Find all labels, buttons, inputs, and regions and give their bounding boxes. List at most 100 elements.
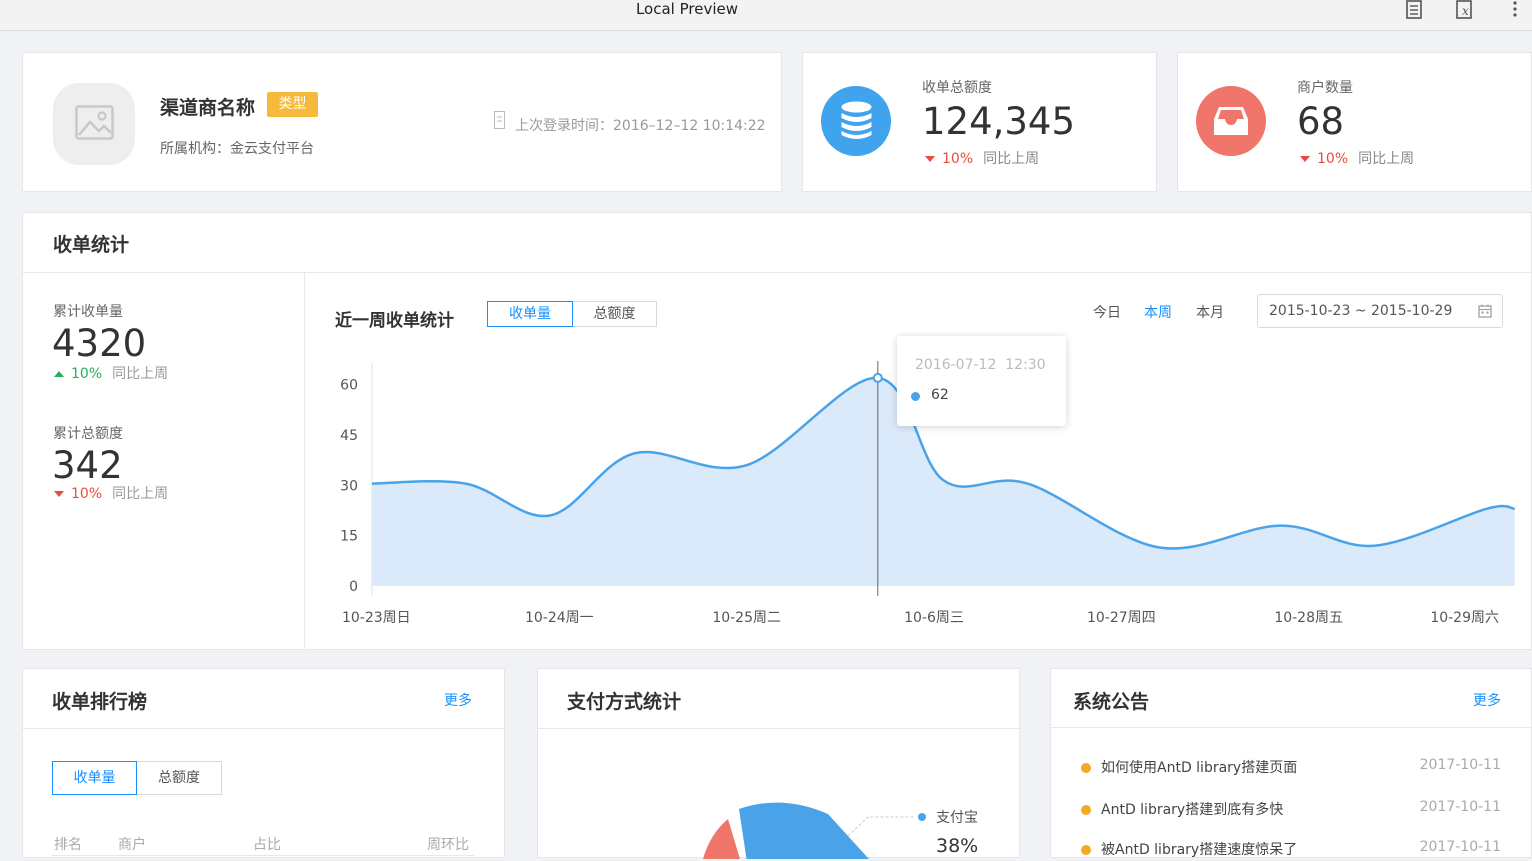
svg-text:x: x bbox=[1462, 4, 1469, 18]
metric-value: 342 bbox=[52, 444, 123, 487]
organization-text: 所属机构：金云支付平台 bbox=[160, 141, 314, 157]
payment-card: 支付方式统计 支付宝 38% bbox=[537, 668, 1020, 859]
notice-date: 2017-10-11 bbox=[1419, 839, 1501, 855]
stat-value: 68 bbox=[1297, 100, 1345, 143]
pie-leader-line bbox=[847, 816, 914, 837]
last-login-text: 上次登录时间：2016–12–12 10:14:22 bbox=[515, 118, 766, 134]
avatar[interactable] bbox=[53, 83, 135, 165]
ranking-more-link[interactable]: 更多 bbox=[444, 690, 472, 710]
notice-item[interactable]: 如何使用AntD library搭建页面 2017-10-11 bbox=[1081, 757, 1501, 779]
notice-text[interactable]: AntD library搭建到底有多快 bbox=[1101, 799, 1283, 819]
column-merchant: 商户 bbox=[118, 837, 146, 853]
ranking-tabs: 收单量 总额度 bbox=[52, 761, 222, 795]
collection-stats-panel: 收单统计 累计收单量 4320 10% 同比上周 累计总额度 342 10% 同比上… bbox=[22, 212, 1532, 650]
collection-section-title: 收单统计 bbox=[53, 234, 130, 256]
y-tick-label: 45 bbox=[340, 428, 358, 444]
more-vertical-icon[interactable] bbox=[1508, 0, 1522, 20]
divider bbox=[52, 855, 474, 856]
notice-bullet bbox=[1081, 763, 1091, 773]
metric-change: 10% 同比上周 bbox=[54, 363, 168, 383]
notice-bullet bbox=[1081, 845, 1091, 855]
stat-card-merchant-count: 商户数量 68 10% 同比上周 bbox=[1177, 52, 1532, 192]
legend-alipay-pct: 38% bbox=[936, 835, 979, 857]
metric-label: 累计收单量 bbox=[53, 304, 123, 320]
pie-slice-other[interactable] bbox=[703, 819, 740, 859]
down-arrow-icon bbox=[54, 490, 64, 497]
stat-change: 10% 同比上周 bbox=[1300, 148, 1414, 168]
change-percent: 10% bbox=[71, 486, 103, 502]
up-arrow-icon bbox=[54, 370, 64, 377]
notice-date: 2017-10-11 bbox=[1419, 757, 1501, 773]
hover-point[interactable] bbox=[872, 372, 883, 383]
stat-label: 商户数量 bbox=[1297, 80, 1353, 96]
change-compare: 同比上周 bbox=[112, 366, 169, 382]
tab-amount[interactable]: 总额度 bbox=[137, 761, 222, 795]
type-badge: 类型 bbox=[267, 92, 318, 117]
x-tick-label: 10-29周六 bbox=[1430, 610, 1499, 626]
y-tick-label: 60 bbox=[340, 378, 358, 394]
notices-card: 系统公告 更多 如何使用AntD library搭建页面 2017-10-11 … bbox=[1050, 668, 1532, 858]
window-titlebar: Local Preview x bbox=[0, 0, 1532, 31]
notice-item[interactable]: 被AntD library搭建速度惊呆了 2017-10-11 bbox=[1081, 839, 1501, 861]
notice-text[interactable]: 如何使用AntD library搭建页面 bbox=[1101, 757, 1297, 777]
change-percent: 10% bbox=[1317, 151, 1349, 167]
change-compare: 同比上周 bbox=[1358, 151, 1415, 167]
notices-title: 系统公告 bbox=[1073, 691, 1150, 713]
x-tick-label: 10-25周二 bbox=[712, 610, 781, 626]
divider bbox=[23, 728, 504, 729]
y-tick-label: 0 bbox=[349, 579, 358, 595]
notice-text[interactable]: 被AntD library搭建速度惊呆了 bbox=[1101, 839, 1297, 859]
y-tick-label: 15 bbox=[340, 529, 358, 545]
tooltip-time: 2016-07-12 12:30 bbox=[915, 357, 1046, 373]
payment-pie-chart[interactable] bbox=[688, 789, 948, 859]
image-placeholder-icon bbox=[75, 105, 114, 140]
notices-more-link[interactable]: 更多 bbox=[1473, 690, 1501, 710]
divider bbox=[1051, 727, 1531, 728]
chart-tooltip: 2016-07-12 12:30 62 bbox=[897, 336, 1066, 426]
y-tick-label: 30 bbox=[340, 478, 358, 494]
area-chart[interactable]: 0 15 30 45 60 10-23周日 10-24周一 10-25周二 10-6周三 10-2… bbox=[305, 273, 1531, 650]
x-tick-label: 10-6周三 bbox=[904, 610, 964, 626]
stat-change: 10% 同比上周 bbox=[925, 148, 1039, 168]
x-tick-label: 10-28周五 bbox=[1274, 610, 1343, 626]
database-icon-circle bbox=[821, 86, 891, 156]
weekly-chart-area: 近一周收单统计 收单量 总额度 今日 本周 本月 2015-10-23 ~ 20… bbox=[305, 273, 1531, 650]
column-wow: 周环比 bbox=[427, 837, 469, 853]
change-percent: 10% bbox=[942, 151, 974, 167]
change-percent: 10% bbox=[71, 366, 103, 382]
x-tick-label: 10-23周日 bbox=[342, 610, 411, 626]
inbox-icon-circle bbox=[1196, 86, 1266, 156]
database-icon bbox=[841, 101, 872, 139]
change-compare: 同比上周 bbox=[112, 486, 169, 502]
down-arrow-icon bbox=[925, 155, 935, 162]
x-tick-label: 10-24周一 bbox=[525, 610, 594, 626]
calendar-small-icon bbox=[494, 111, 505, 129]
down-arrow-icon bbox=[1300, 155, 1310, 162]
legend-alipay-label: 支付宝 bbox=[936, 810, 978, 826]
ranking-title: 收单排行榜 bbox=[52, 691, 148, 713]
inbox-icon bbox=[1214, 107, 1248, 135]
metric-label: 累计总额度 bbox=[53, 426, 123, 442]
stat-card-total-amount: 收单总额度 124,345 10% 同比上周 bbox=[802, 52, 1157, 192]
change-compare: 同比上周 bbox=[983, 151, 1040, 167]
document-icon[interactable] bbox=[1403, 0, 1425, 20]
column-share: 占比 bbox=[253, 837, 281, 853]
tab-volume[interactable]: 收单量 bbox=[52, 761, 137, 795]
formula-icon[interactable]: x bbox=[1454, 0, 1476, 20]
channel-name: 渠道商名称 bbox=[160, 97, 256, 119]
window-title: Local Preview bbox=[635, 0, 739, 18]
metric-value: 4320 bbox=[52, 322, 147, 365]
stat-value: 124,345 bbox=[922, 100, 1076, 143]
notice-date: 2017-10-11 bbox=[1419, 799, 1501, 815]
pie-slice-alipay[interactable] bbox=[739, 802, 878, 859]
payment-title: 支付方式统计 bbox=[567, 691, 682, 713]
tooltip-series-dot bbox=[911, 392, 920, 401]
divider bbox=[538, 728, 1019, 729]
notice-item[interactable]: AntD library搭建到底有多快 2017-10-11 bbox=[1081, 799, 1501, 821]
profile-card: 渠道商名称 类型 所属机构：金云支付平台 上次登录时间：2016–12–12 1… bbox=[22, 52, 782, 192]
column-rank: 排名 bbox=[54, 837, 82, 853]
tooltip-value: 62 bbox=[931, 387, 949, 403]
legend-dot bbox=[918, 813, 926, 821]
metric-change: 10% 同比上周 bbox=[54, 483, 168, 503]
stat-label: 收单总额度 bbox=[922, 80, 992, 96]
